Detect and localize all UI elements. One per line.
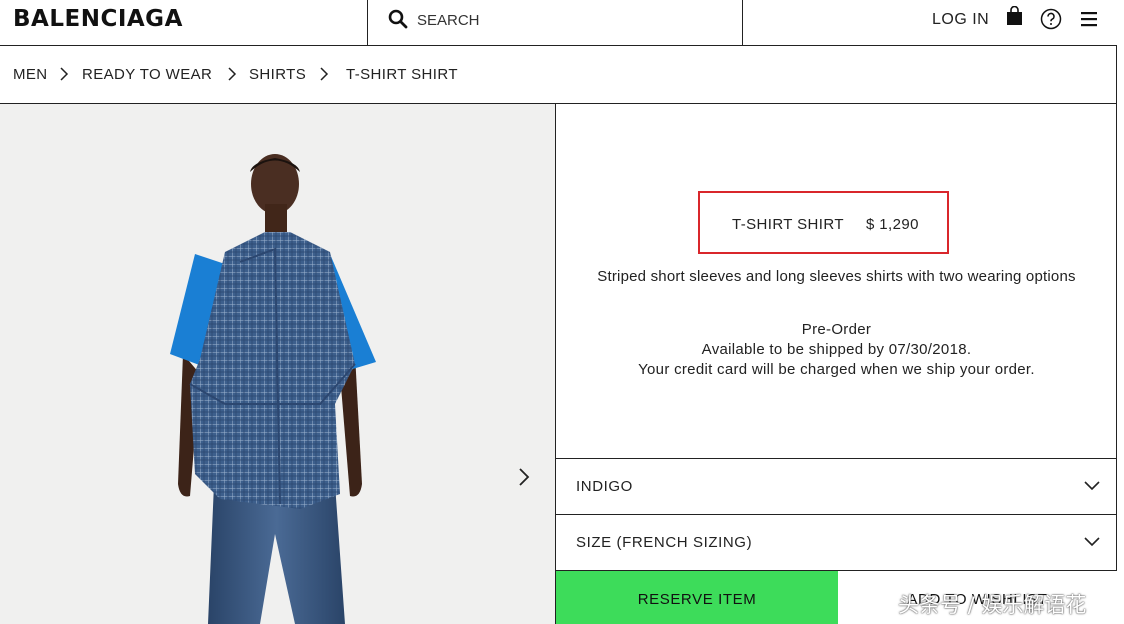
size-select[interactable]: SIZE (FRENCH SIZING) (556, 514, 1117, 570)
breadcrumb: MEN READY TO WEAR SHIRTS T-SHIRT SHIRT (0, 46, 1117, 104)
breadcrumb-item-shirts[interactable]: SHIRTS (249, 66, 306, 83)
charge-note: Your credit card will be charged when we… (638, 361, 1035, 378)
next-image-arrow-icon[interactable] (517, 467, 531, 487)
search-input[interactable] (417, 12, 717, 29)
color-select-value: INDIGO (576, 478, 633, 495)
product-price: $ 1,290 (866, 216, 919, 233)
availability-info: Pre-Order Available to be shipped by 07/… (556, 320, 1117, 380)
product-title-highlight: T-SHIRT SHIRT $ 1,290 (698, 191, 949, 254)
chevron-right-icon (228, 67, 237, 81)
help-icon[interactable] (1040, 8, 1062, 30)
preorder-status: Pre-Order (801, 321, 872, 338)
brand-logo[interactable]: BALENCIAGA (13, 6, 183, 32)
product-image-gallery[interactable] (0, 104, 556, 624)
site-header: BALENCIAGA LOG IN (0, 0, 1117, 46)
product-info-panel: T-SHIRT SHIRT $ 1,290 Striped short slee… (556, 104, 1117, 624)
chevron-down-icon (1084, 537, 1100, 547)
chevron-down-icon (1084, 481, 1100, 491)
chevron-right-icon (60, 67, 69, 81)
watermark: 头条号 / 娱乐解语花 (898, 593, 1087, 617)
reserve-item-label: RESERVE ITEM (637, 591, 757, 608)
color-select[interactable]: INDIGO (556, 458, 1117, 514)
product-description: Striped short sleeves and long sleeves s… (597, 268, 1076, 285)
product-name: T-SHIRT SHIRT (732, 216, 844, 233)
reserve-item-button[interactable]: RESERVE ITEM (556, 570, 838, 624)
breadcrumb-item-current: T-SHIRT SHIRT (346, 66, 458, 83)
shipping-date-note: Available to be shipped by 07/30/2018. (701, 341, 972, 358)
chevron-right-icon (320, 67, 329, 81)
login-link[interactable]: LOG IN (932, 11, 989, 29)
shopping-bag-icon[interactable] (1006, 6, 1023, 26)
product-photo (170, 154, 376, 624)
breadcrumb-item-men[interactable]: MEN (13, 66, 48, 83)
search-icon[interactable] (388, 9, 408, 29)
size-select-value: SIZE (FRENCH SIZING) (576, 534, 753, 551)
breadcrumb-item-ready-to-wear[interactable]: READY TO WEAR (82, 66, 212, 83)
menu-icon[interactable] (1080, 10, 1098, 28)
search-bar[interactable] (367, 0, 743, 45)
